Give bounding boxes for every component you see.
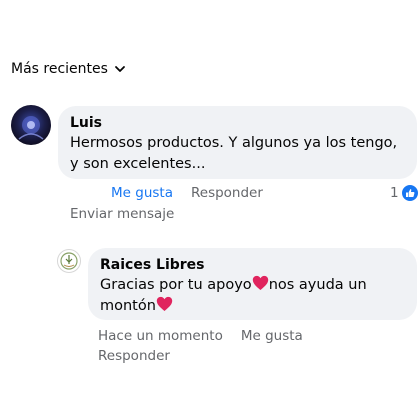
- comment-actions: Hace un momento Me gusta: [98, 328, 303, 344]
- comment-text: Hermosos productos. Y algunos ya los ten…: [70, 135, 398, 172]
- avatar-image: [60, 252, 78, 270]
- reaction-count: 1: [390, 185, 399, 201]
- chevron-down-icon: [115, 66, 125, 72]
- comment-actions: Me gusta Responder: [111, 185, 263, 201]
- heart-icon: [156, 296, 173, 311]
- like-button[interactable]: Me gusta: [111, 185, 173, 201]
- comment-bubble: Raices Libres Gracias por tu apoyo nos ay…: [88, 248, 417, 320]
- comment-text: Gracias por tu apoyo nos ayuda un montón: [100, 275, 405, 317]
- avatar-luis[interactable]: [11, 105, 51, 145]
- comment-text-part: Gracias por tu apoyo: [100, 277, 252, 293]
- avatar-image: [18, 116, 44, 140]
- comment-timestamp[interactable]: Hace un momento: [98, 328, 223, 344]
- sort-label: Más recientes: [11, 61, 108, 77]
- comment-author[interactable]: Luis: [70, 114, 405, 132]
- avatar-raices-libres[interactable]: [57, 249, 81, 273]
- reply-button[interactable]: Responder: [191, 185, 263, 201]
- comment-bubble: Luis Hermosos productos. Y algunos ya lo…: [58, 106, 417, 179]
- heart-icon: [252, 275, 268, 290]
- like-thumb-icon: [400, 184, 419, 202]
- like-button[interactable]: Me gusta: [241, 328, 303, 344]
- reply-button[interactable]: Responder: [98, 348, 170, 364]
- comment-author[interactable]: Raices Libres: [100, 256, 405, 274]
- send-message-link[interactable]: Enviar mensaje: [70, 206, 174, 222]
- reaction-summary[interactable]: 1: [390, 184, 419, 202]
- sort-dropdown[interactable]: Más recientes: [11, 61, 126, 77]
